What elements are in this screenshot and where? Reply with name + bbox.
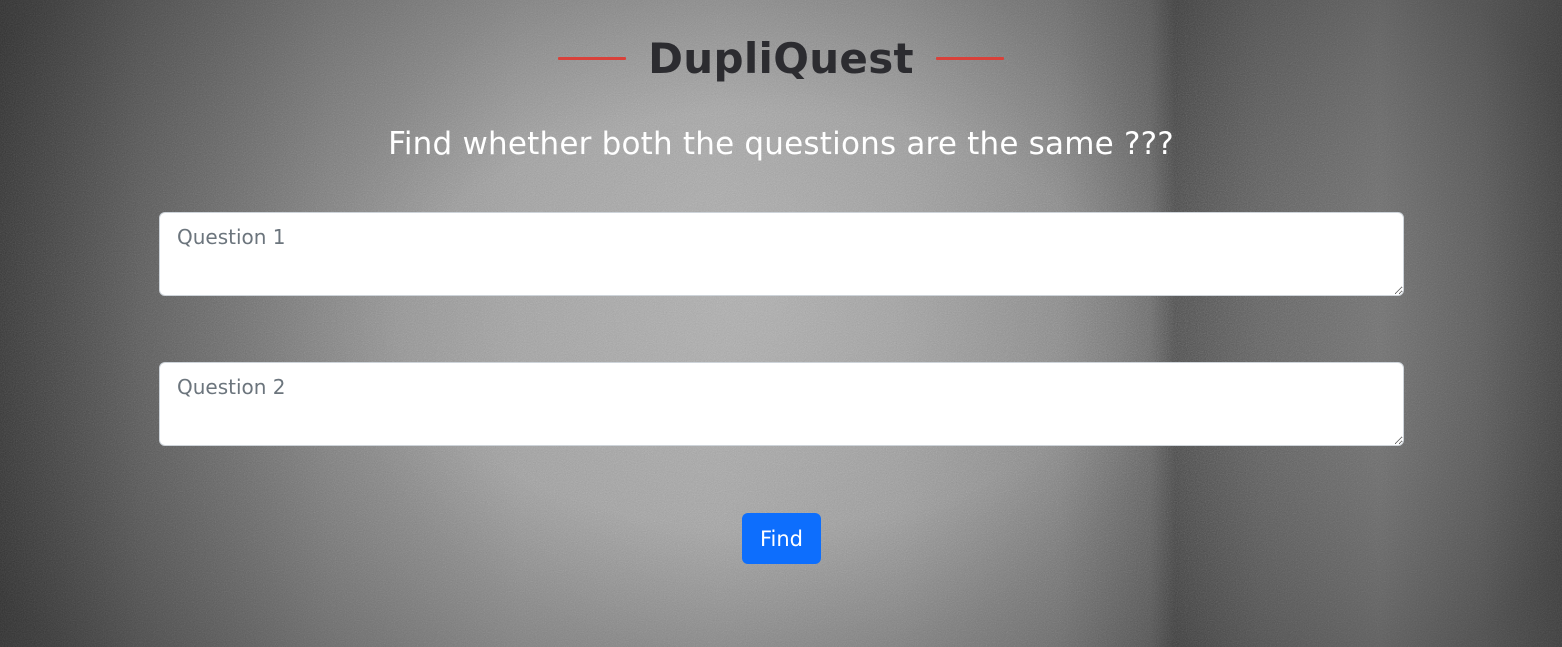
app-title: DupliQuest: [648, 33, 914, 83]
page-subtitle: Find whether both the questions are the …: [388, 126, 1174, 162]
title-rule-right: [935, 56, 1004, 60]
question-2-input[interactable]: [159, 362, 1404, 446]
title-rule-left: [558, 56, 627, 60]
page-background: { "header": { "app_title": "DupliQuest",…: [0, 0, 1562, 647]
find-button[interactable]: Find: [742, 513, 821, 564]
page-header: DupliQuest: [0, 30, 1562, 86]
question-1-input[interactable]: [159, 212, 1404, 296]
